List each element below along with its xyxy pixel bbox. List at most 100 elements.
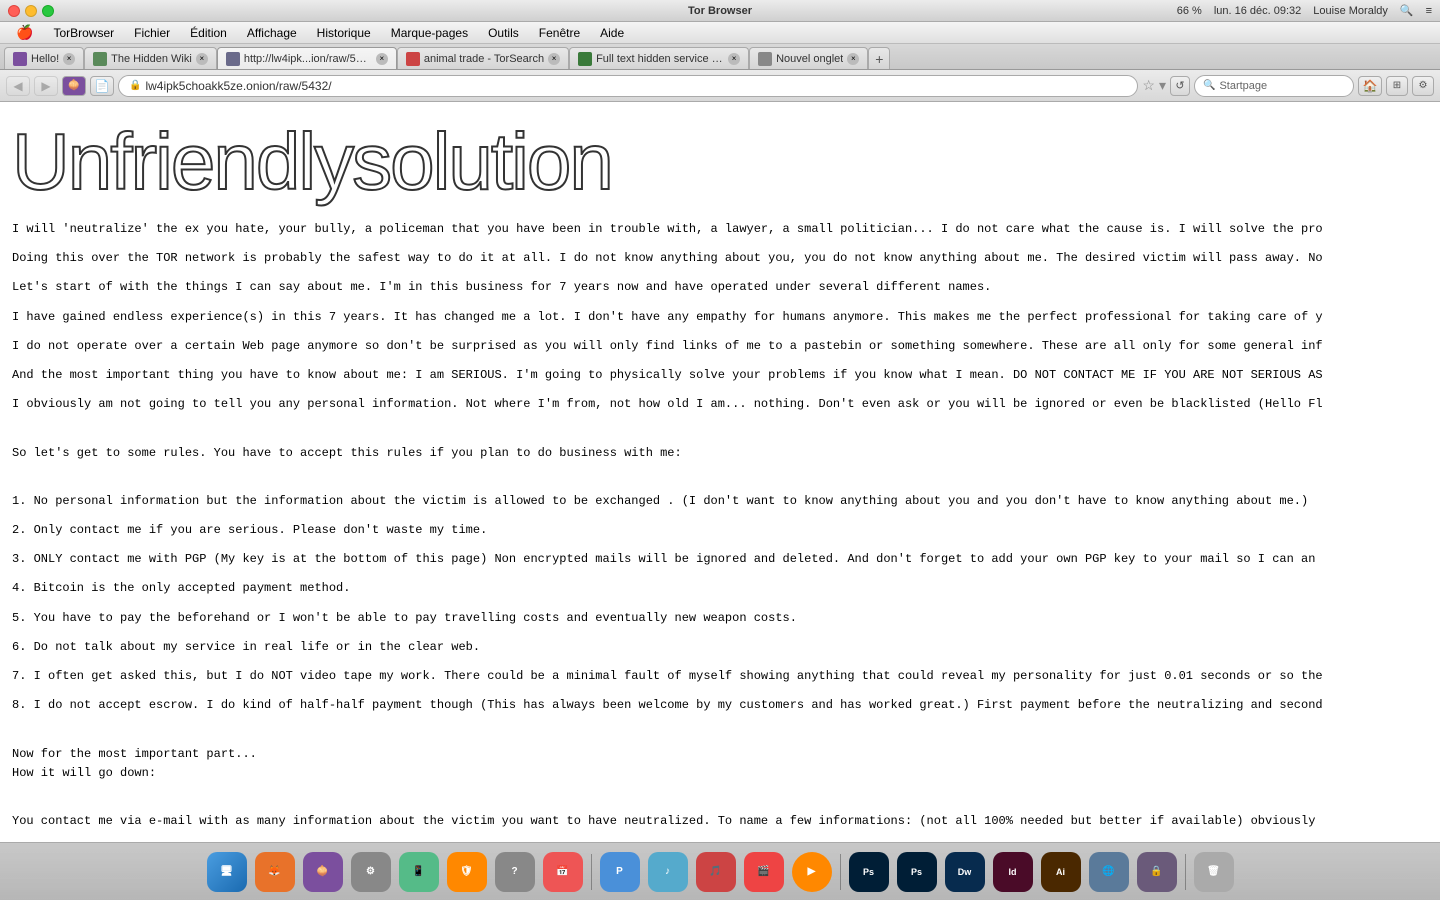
tab-full-text-search[interactable]: Full text hidden service search × [569, 47, 749, 69]
dock-separator-1 [591, 854, 592, 890]
rule-4: 4. Bitcoin is the only accepted payment … [12, 579, 1428, 598]
dreamweaver-icon: Dw [945, 852, 985, 892]
how-it-works-1: You contact me via e-mail with as many i… [12, 812, 1428, 831]
tab-label-1: Hello! [31, 53, 59, 65]
torbrowser-icon: 🧅 [303, 852, 343, 892]
tab-label-3: http://lw4ipk...ion/raw/5432/ [244, 53, 372, 65]
dock-app7[interactable]: ? [493, 850, 537, 894]
menu-aide[interactable]: Aide [592, 24, 632, 42]
maximize-button[interactable] [42, 5, 54, 17]
rule-7: 7. I often get asked this, but I do NOT … [12, 667, 1428, 686]
close-button[interactable] [8, 5, 20, 17]
menu-fenetre[interactable]: Fenêtre [531, 24, 588, 42]
dock-app8[interactable]: 📅 [541, 850, 585, 894]
para-intro: Let's start of with the things I can say… [12, 278, 1428, 297]
window-title: Tor Browser [688, 5, 752, 17]
menu-marque-pages[interactable]: Marque-pages [383, 24, 476, 42]
rule-5: 5. You have to pay the beforehand or I w… [12, 609, 1428, 628]
tab-new[interactable]: Nouvel onglet × [749, 47, 868, 69]
tab-hello[interactable]: Hello! × [4, 47, 84, 69]
settings-button[interactable]: ⚙ [1412, 76, 1434, 96]
dock-app-extra1[interactable]: 🌐 [1087, 850, 1131, 894]
tab-close-5[interactable]: × [728, 53, 740, 65]
menu-edition[interactable]: Édition [182, 24, 235, 42]
address-bar[interactable]: 🔒 lw4ipk5choakk5ze.onion/raw/5432/ [118, 75, 1138, 97]
app6-icon: 🛡 [447, 852, 487, 892]
para-serious: And the most important thing you have to… [12, 366, 1428, 385]
home-button[interactable]: 🏠 [1358, 76, 1382, 96]
menu-historique[interactable]: Historique [309, 24, 379, 42]
dock-app-extra2[interactable]: 🔒 [1135, 850, 1179, 894]
extra2-icon: 🔒 [1137, 852, 1177, 892]
tab-close-6[interactable]: × [847, 53, 859, 65]
dock-app12[interactable]: 🎬 [742, 850, 786, 894]
refresh-button[interactable]: ↺ [1170, 76, 1190, 96]
photoshop2-icon: Ps [897, 852, 937, 892]
menu-outils[interactable]: Outils [480, 24, 527, 42]
title-bar: Tor Browser 66 % lun. 16 déc. 09:32 Loui… [0, 0, 1440, 22]
dock-trash[interactable]: 🗑 [1192, 850, 1236, 894]
dock-separator-3 [1185, 854, 1186, 890]
dock-indesign[interactable]: Id [991, 850, 1035, 894]
site-title: Unfriendlysolution [12, 112, 1428, 212]
dock-app11[interactable]: 🎵 [694, 850, 738, 894]
dock-photoshop2[interactable]: Ps [895, 850, 939, 894]
tab-current-page[interactable]: http://lw4ipk...ion/raw/5432/ × [217, 47, 397, 69]
menu-torbrowser[interactable]: TorBrowser [45, 24, 122, 42]
tab-hidden-wiki[interactable]: The Hidden Wiki × [84, 47, 217, 69]
new-tab-button[interactable]: + [868, 47, 890, 69]
dock-app5[interactable]: 📱 [397, 850, 441, 894]
trash-icon: 🗑 [1194, 852, 1234, 892]
dock-app6[interactable]: 🛡 [445, 850, 489, 894]
vlc-icon: ▶ [792, 852, 832, 892]
tab-close-2[interactable]: × [196, 53, 208, 65]
para-experience: I have gained endless experience(s) in t… [12, 308, 1428, 327]
search-bar[interactable]: 🔍 Startpage [1194, 75, 1354, 97]
dock-system-prefs[interactable]: ⚙ [349, 850, 393, 894]
tab-favicon-5 [578, 52, 592, 66]
tab-label-6: Nouvel onglet [776, 53, 843, 65]
tab-favicon-4 [406, 52, 420, 66]
tab-label-5: Full text hidden service search [596, 53, 724, 65]
tab-close-4[interactable]: × [548, 53, 560, 65]
dock-illustrator[interactable]: Ai [1039, 850, 1083, 894]
list-icon[interactable]: ≡ [1426, 5, 1432, 17]
dock-firefox[interactable]: 🦊 [253, 850, 297, 894]
app10-icon: ♪ [648, 852, 688, 892]
search-icon[interactable]: 🔍 [1400, 4, 1414, 17]
lock-icon: 🔒 [129, 80, 141, 91]
nav-right: ☆ ▾ ↺ [1142, 76, 1190, 96]
dock-app10[interactable]: ♪ [646, 850, 690, 894]
system-prefs-icon: ⚙ [351, 852, 391, 892]
app5-icon: 📱 [399, 852, 439, 892]
tab-favicon-2 [93, 52, 107, 66]
apple-menu[interactable]: 🍎 [8, 22, 41, 43]
rule-3: 3. ONLY contact me with PGP (My key is a… [12, 550, 1428, 569]
menu-fichier[interactable]: Fichier [126, 24, 178, 42]
bookmark-filled-icon[interactable]: ▾ [1159, 77, 1166, 94]
dock-vlc[interactable]: ▶ [790, 850, 834, 894]
rule-8: 8. I do not accept escrow. I do kind of … [12, 696, 1428, 715]
menu-affichage[interactable]: Affichage [239, 24, 305, 42]
back-button[interactable]: ◀ [6, 76, 30, 96]
forward-button[interactable]: ▶ [34, 76, 58, 96]
para-personal-info: I obviously am not going to tell you any… [12, 395, 1428, 414]
tor-icon-btn[interactable]: 🧅 [62, 76, 86, 96]
dock-photoshop[interactable]: Ps [847, 850, 891, 894]
search-input[interactable]: Startpage [1219, 80, 1345, 92]
tab-close-3[interactable]: × [376, 53, 388, 65]
dock-dreamweaver[interactable]: Dw [943, 850, 987, 894]
tab-close-1[interactable]: × [63, 53, 75, 65]
dock-torbrowser[interactable]: 🧅 [301, 850, 345, 894]
bookmark-star-icon[interactable]: ☆ [1142, 77, 1155, 94]
minimize-button[interactable] [25, 5, 37, 17]
dock-finder[interactable]: 🖥 [205, 850, 249, 894]
menu-bar: 🍎 TorBrowser Fichier Édition Affichage H… [0, 22, 1440, 44]
how-it-works-2: I will check out your e-mail and calcula… [12, 841, 1428, 842]
how-it-works-title: Now for the most important part...How it… [12, 745, 1428, 783]
tab-animal-trade[interactable]: animal trade - TorSearch × [397, 47, 569, 69]
view-toggle-button[interactable]: ⊞ [1386, 76, 1408, 96]
page-content: Unfriendlysolution I will 'neutralize' t… [0, 102, 1440, 842]
dock-app9[interactable]: P [598, 850, 642, 894]
page-icon-btn[interactable]: 📄 [90, 76, 114, 96]
